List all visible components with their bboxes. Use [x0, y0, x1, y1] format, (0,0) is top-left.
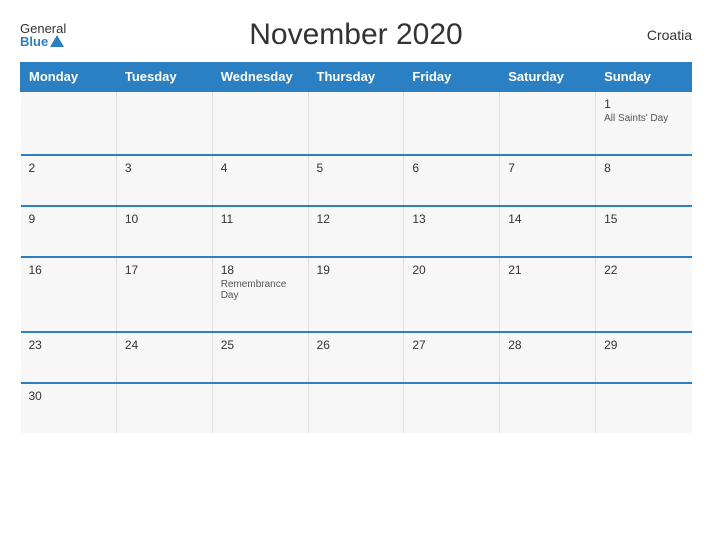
logo: General Blue [20, 22, 66, 48]
calendar-cell [212, 383, 308, 433]
day-number: 18 [221, 263, 300, 277]
calendar-cell: 22 [596, 257, 692, 332]
day-number: 13 [412, 212, 491, 226]
week-row-5: 23 24 25 26 27 28 29 [21, 332, 692, 383]
calendar-cell: 23 [21, 332, 117, 383]
day-number: 28 [508, 338, 587, 352]
day-number: 8 [604, 161, 683, 175]
week-row-1: 1 All Saints' Day [21, 91, 692, 155]
day-number: 11 [221, 212, 300, 226]
day-number: 16 [29, 263, 108, 277]
day-header-tuesday: Tuesday [116, 63, 212, 92]
week-row-4: 16 17 18 Remembrance Day 19 20 21 22 [21, 257, 692, 332]
calendar-cell: 14 [500, 206, 596, 257]
calendar-cell: 17 [116, 257, 212, 332]
calendar-table: MondayTuesdayWednesdayThursdayFridaySatu… [20, 62, 692, 433]
day-number: 20 [412, 263, 491, 277]
calendar-cell: 7 [500, 155, 596, 206]
day-number: 2 [29, 161, 108, 175]
calendar-cell: 26 [308, 332, 404, 383]
calendar-cell: 18 Remembrance Day [212, 257, 308, 332]
calendar-cell: 12 [308, 206, 404, 257]
event-label: Remembrance Day [221, 279, 300, 301]
calendar-cell: 16 [21, 257, 117, 332]
day-number: 1 [604, 97, 683, 111]
week-row-2: 2 3 4 5 6 7 8 [21, 155, 692, 206]
calendar-cell: 27 [404, 332, 500, 383]
day-number: 6 [412, 161, 491, 175]
day-header-thursday: Thursday [308, 63, 404, 92]
week-row-6: 30 [21, 383, 692, 433]
day-number: 3 [125, 161, 204, 175]
calendar-cell [308, 91, 404, 155]
country-label: Croatia [647, 27, 692, 43]
day-number: 21 [508, 263, 587, 277]
week-row-3: 9 10 11 12 13 14 15 [21, 206, 692, 257]
day-number: 25 [221, 338, 300, 352]
logo-blue-text: Blue [20, 35, 64, 48]
calendar-cell: 20 [404, 257, 500, 332]
calendar-cell [308, 383, 404, 433]
day-number: 9 [29, 212, 108, 226]
calendar-cell [116, 383, 212, 433]
day-number: 10 [125, 212, 204, 226]
calendar-cell: 11 [212, 206, 308, 257]
day-number: 30 [29, 389, 108, 403]
calendar-cell: 4 [212, 155, 308, 206]
calendar-cell: 2 [21, 155, 117, 206]
calendar-cell: 13 [404, 206, 500, 257]
day-number: 29 [604, 338, 683, 352]
day-number: 15 [604, 212, 683, 226]
calendar-cell: 28 [500, 332, 596, 383]
calendar-cell: 21 [500, 257, 596, 332]
day-number: 5 [317, 161, 396, 175]
day-header-monday: Monday [21, 63, 117, 92]
calendar-cell [500, 383, 596, 433]
calendar-cell [21, 91, 117, 155]
calendar-cell: 3 [116, 155, 212, 206]
calendar-cell [212, 91, 308, 155]
calendar-cell: 29 [596, 332, 692, 383]
calendar-cell: 25 [212, 332, 308, 383]
day-number: 23 [29, 338, 108, 352]
calendar-cell: 9 [21, 206, 117, 257]
calendar-title: November 2020 [249, 18, 462, 52]
day-number: 12 [317, 212, 396, 226]
calendar-cell: 8 [596, 155, 692, 206]
day-number: 17 [125, 263, 204, 277]
day-number: 26 [317, 338, 396, 352]
day-number: 14 [508, 212, 587, 226]
day-number: 19 [317, 263, 396, 277]
day-number: 22 [604, 263, 683, 277]
calendar-cell [596, 383, 692, 433]
day-number: 7 [508, 161, 587, 175]
day-number: 27 [412, 338, 491, 352]
calendar-container: General Blue November 2020 Croatia Monda… [0, 0, 712, 550]
days-header-row: MondayTuesdayWednesdayThursdayFridaySatu… [21, 63, 692, 92]
calendar-cell [404, 383, 500, 433]
day-header-sunday: Sunday [596, 63, 692, 92]
event-label: All Saints' Day [604, 113, 683, 124]
calendar-cell: 5 [308, 155, 404, 206]
calendar-cell: 10 [116, 206, 212, 257]
calendar-cell: 15 [596, 206, 692, 257]
logo-triangle-icon [50, 35, 64, 47]
calendar-cell [116, 91, 212, 155]
calendar-cell: 1 All Saints' Day [596, 91, 692, 155]
calendar-cell: 19 [308, 257, 404, 332]
calendar-header: General Blue November 2020 Croatia [20, 18, 692, 52]
day-header-friday: Friday [404, 63, 500, 92]
day-number: 24 [125, 338, 204, 352]
calendar-cell: 24 [116, 332, 212, 383]
calendar-cell: 6 [404, 155, 500, 206]
day-header-wednesday: Wednesday [212, 63, 308, 92]
calendar-cell: 30 [21, 383, 117, 433]
calendar-cell [404, 91, 500, 155]
day-header-saturday: Saturday [500, 63, 596, 92]
calendar-cell [500, 91, 596, 155]
day-number: 4 [221, 161, 300, 175]
